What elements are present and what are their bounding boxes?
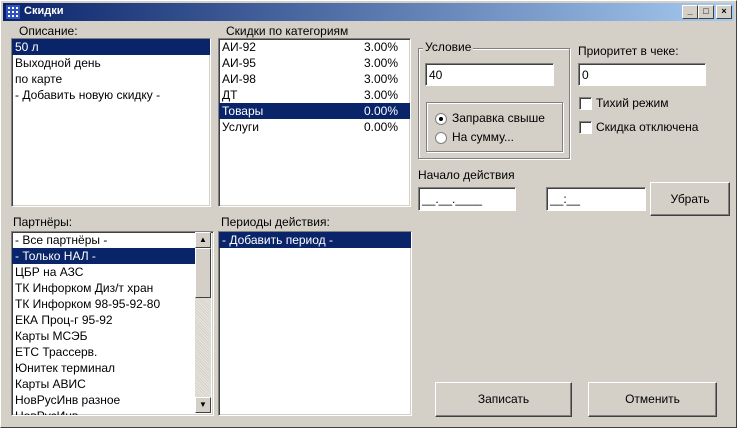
- category-discounts-list[interactable]: АИ-92 3.00% АИ-95 3.00% АИ-98 3.00% ДТ 3.00% Тов…: [218, 38, 411, 207]
- priority-input[interactable]: [578, 63, 706, 86]
- list-item-label: - Только НАЛ -: [15, 249, 96, 263]
- list-item-value: 3.00%: [363, 88, 398, 102]
- radio-refuel[interactable]: [435, 113, 447, 125]
- list-item[interactable]: АИ-95 3.00%: [219, 55, 410, 71]
- list-item[interactable]: - Добавить новую скидку -: [12, 87, 210, 103]
- list-item[interactable]: Карты МСЭБ: [12, 328, 195, 344]
- scroll-down-icon[interactable]: ▼: [195, 397, 211, 413]
- list-item-value: 3.00%: [363, 40, 398, 54]
- title-bar[interactable]: Скидки _ □ ×: [3, 3, 734, 21]
- list-item-label: ДТ: [222, 88, 238, 102]
- radio-refuel-label[interactable]: Заправка свыше: [452, 111, 545, 125]
- list-item-label: - Добавить новую скидку -: [15, 88, 161, 102]
- window-title: Скидки: [24, 5, 64, 17]
- save-button[interactable]: Записать: [435, 382, 572, 417]
- list-item[interactable]: Карты АВИС: [12, 376, 195, 392]
- partners-label: Партнёры:: [13, 215, 73, 229]
- start-time-input[interactable]: [546, 187, 646, 211]
- list-item-value: 3.00%: [363, 72, 398, 86]
- list-item[interactable]: - Только НАЛ -: [12, 248, 195, 264]
- list-item-label: ЕТС Трассерв.: [15, 345, 98, 359]
- list-item-label: ЕКА Проц-г 95-92: [15, 313, 113, 327]
- list-item-label: Карты МСЭБ: [15, 329, 88, 343]
- list-item[interactable]: АИ-98 3.00%: [219, 71, 410, 87]
- discounts-window: Скидки _ □ × Описание: 50 л Выходной день…: [0, 0, 737, 428]
- list-item-label: по карте: [15, 72, 63, 86]
- condition-type-group: [426, 102, 563, 152]
- list-item-label: - Все партнёры -: [15, 233, 108, 247]
- list-item[interactable]: Услуги 0.00%: [219, 119, 410, 135]
- list-item-value: 0.00%: [363, 104, 398, 118]
- list-item-label: Карты АВИС: [15, 377, 86, 391]
- list-item[interactable]: ТК Инфорком Диз/т хран: [12, 280, 195, 296]
- cancel-button[interactable]: Отменить: [588, 382, 717, 417]
- scroll-thumb[interactable]: [195, 248, 211, 298]
- list-item-label: АИ-95: [222, 56, 256, 70]
- list-item-label: НовРусИнв: [15, 409, 79, 416]
- quiet-mode-checkbox[interactable]: [579, 97, 592, 110]
- list-item-label: 50 л: [15, 40, 39, 54]
- list-item[interactable]: по карте: [12, 71, 210, 87]
- list-item-label: - Добавить период -: [222, 233, 333, 247]
- list-item-label: НовРусИнв разное: [15, 393, 121, 407]
- list-item-value: 0.00%: [363, 120, 398, 134]
- category-discounts-label: Скидки по категориям: [226, 24, 349, 38]
- list-item[interactable]: - Добавить период -: [219, 232, 411, 248]
- list-item[interactable]: ЕКА Проц-г 95-92: [12, 312, 195, 328]
- remove-button[interactable]: Убрать: [650, 182, 730, 216]
- discount-off-label[interactable]: Скидка отключена: [596, 120, 698, 134]
- list-item[interactable]: ЕТС Трассерв.: [12, 344, 195, 360]
- list-item-label: ЦБР на АЗС: [15, 265, 84, 279]
- list-item[interactable]: ЦБР на АЗС: [12, 264, 195, 280]
- partners-list[interactable]: - Все партнёры - - Только НАЛ - ЦБР на АЗ…: [11, 231, 214, 416]
- list-item-label: ТК Инфорком Диз/т хран: [15, 281, 154, 295]
- app-icon: [6, 5, 20, 19]
- list-item[interactable]: НовРусИнв: [12, 408, 195, 416]
- list-item-label: ТК Инфорком 98-95-92-80: [15, 297, 161, 311]
- periods-label: Периоды действия:: [221, 215, 330, 229]
- list-item-label: Юнитек терминал: [15, 361, 116, 375]
- list-item-label: Товары: [222, 104, 264, 118]
- list-item-label: АИ-98: [222, 72, 256, 86]
- close-button[interactable]: ×: [716, 5, 732, 19]
- priority-label: Приоритет в чеке:: [578, 44, 679, 58]
- scroll-up-icon[interactable]: ▲: [195, 232, 211, 248]
- start-date-input[interactable]: [418, 187, 516, 211]
- description-label: Описание:: [19, 24, 78, 38]
- list-item[interactable]: 50 л: [12, 39, 210, 55]
- list-item-label: Услуги: [222, 120, 259, 134]
- start-label: Начало действия: [418, 168, 515, 182]
- radio-sum[interactable]: [435, 132, 447, 144]
- condition-value-input[interactable]: [425, 63, 554, 86]
- list-item[interactable]: Товары 0.00%: [219, 103, 410, 119]
- radio-sum-label[interactable]: На сумму...: [452, 130, 514, 144]
- discount-off-checkbox[interactable]: [579, 121, 592, 134]
- list-item[interactable]: АИ-92 3.00%: [219, 39, 410, 55]
- list-item-label: АИ-92: [222, 40, 256, 54]
- condition-label: Условие: [423, 40, 474, 54]
- description-list[interactable]: 50 л Выходной день по карте - Добавить нов…: [11, 38, 211, 207]
- partners-scrollbar[interactable]: ▲ ▼: [195, 232, 211, 413]
- list-item[interactable]: ТК Инфорком 98-95-92-80: [12, 296, 195, 312]
- list-item[interactable]: ДТ 3.00%: [219, 87, 410, 103]
- list-item[interactable]: - Все партнёры -: [12, 232, 195, 248]
- list-item[interactable]: НовРусИнв разное: [12, 392, 195, 408]
- list-item-label: Выходной день: [15, 56, 101, 70]
- list-item[interactable]: Выходной день: [12, 55, 210, 71]
- maximize-button[interactable]: □: [698, 5, 714, 19]
- list-item-value: 3.00%: [363, 56, 398, 70]
- periods-list[interactable]: - Добавить период -: [218, 231, 412, 416]
- minimize-button[interactable]: _: [682, 5, 698, 19]
- list-item[interactable]: Юнитек терминал: [12, 360, 195, 376]
- quiet-mode-label[interactable]: Тихий режим: [596, 96, 668, 110]
